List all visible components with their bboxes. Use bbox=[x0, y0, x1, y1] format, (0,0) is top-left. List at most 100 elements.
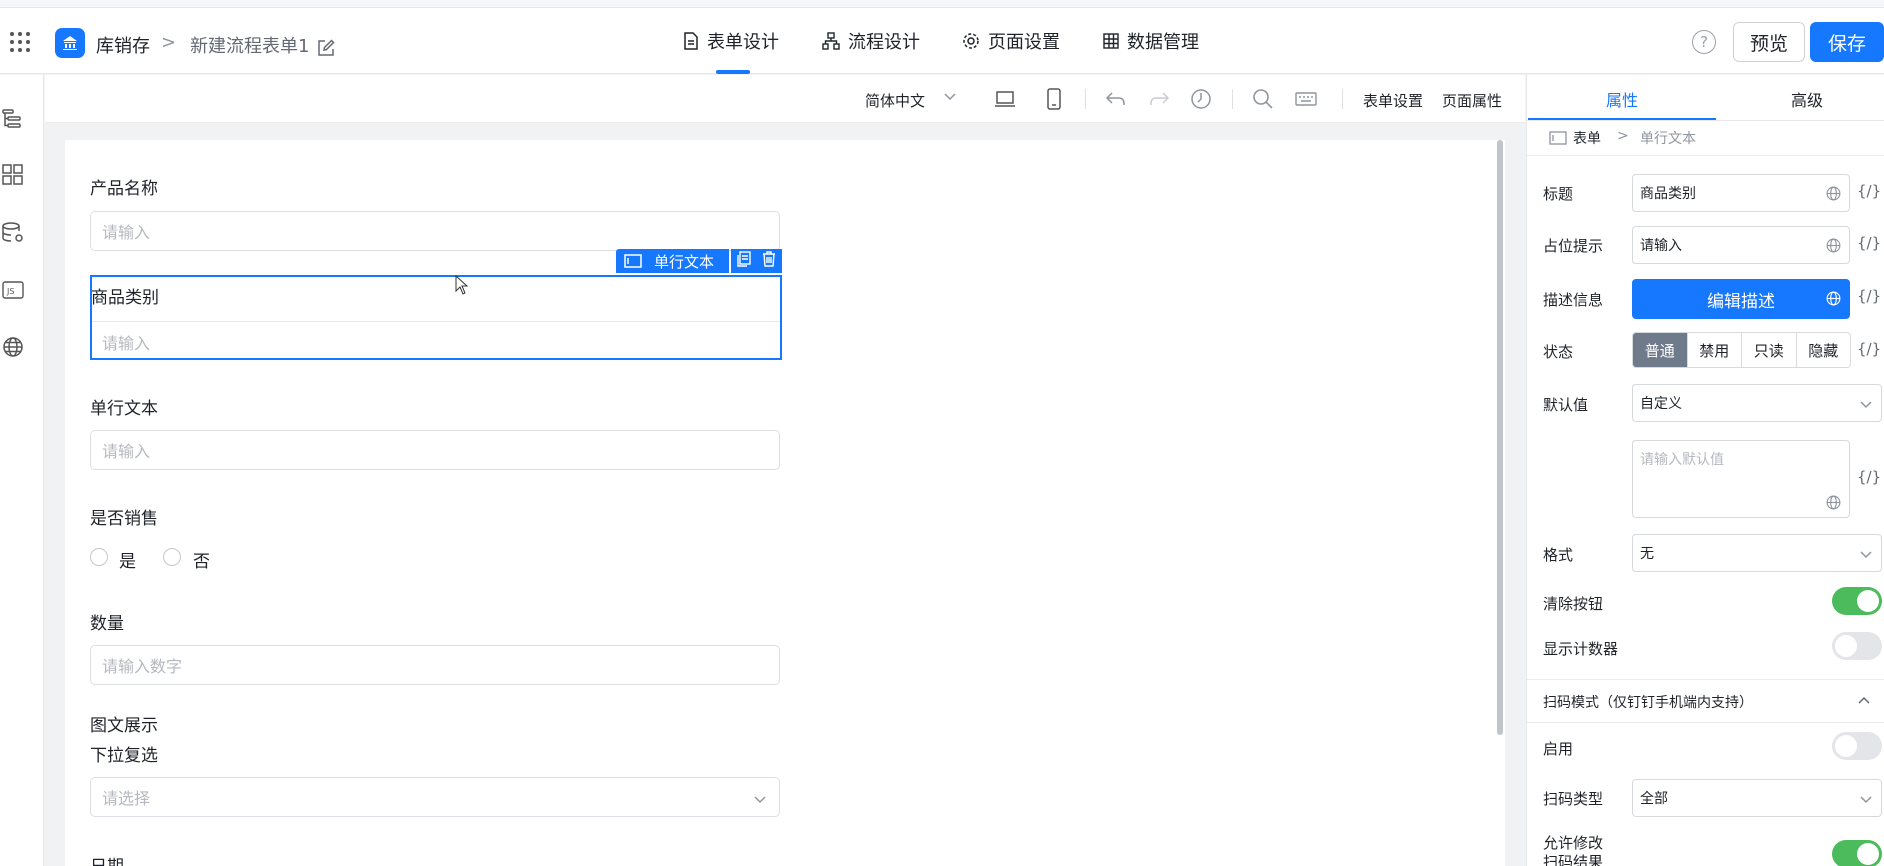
allow-edit-toggle[interactable] bbox=[1832, 840, 1882, 866]
multi-select-placeholder: 请选择 bbox=[102, 789, 151, 808]
enable-label: 启用 bbox=[1543, 740, 1574, 758]
status-option-readonly[interactable]: 只读 bbox=[1741, 333, 1796, 367]
format-label: 格式 bbox=[1543, 546, 1574, 564]
scan-type-value: 全部 bbox=[1640, 791, 1668, 807]
chevron-down-icon bbox=[1859, 397, 1873, 411]
product-name-input[interactable]: 请输入 bbox=[90, 211, 780, 251]
toolbar-divider bbox=[1232, 89, 1233, 109]
panel-crumb-current: 单行文本 bbox=[1640, 131, 1696, 147]
tab-label: 数据管理 bbox=[1127, 32, 1199, 53]
globe-icon[interactable] bbox=[1825, 494, 1842, 511]
properties-panel: 属性 高级 表单 > 单行文本 标题 商品类别 {/} 占位提示 请输入 {/}… bbox=[1526, 75, 1884, 866]
expression-icon[interactable]: {/} bbox=[1857, 287, 1881, 305]
tab-data-management[interactable]: 数据管理 bbox=[1103, 8, 1199, 74]
expression-icon[interactable]: {/} bbox=[1857, 340, 1881, 358]
chevron-down-icon bbox=[1859, 792, 1873, 806]
clear-button-toggle[interactable] bbox=[1832, 587, 1882, 615]
field-label-multi-select: 下拉复选 bbox=[90, 746, 158, 766]
globe-icon[interactable] bbox=[1825, 237, 1842, 254]
counter-toggle[interactable] bbox=[1832, 632, 1882, 660]
default-value-textarea[interactable]: 请输入默认值 bbox=[1632, 440, 1850, 518]
globe-icon[interactable] bbox=[1, 335, 25, 359]
toolbar-divider bbox=[1342, 89, 1343, 109]
globe-icon[interactable] bbox=[1825, 185, 1842, 202]
expression-icon[interactable]: {/} bbox=[1857, 468, 1881, 486]
language-select[interactable]: 简体中文 bbox=[865, 90, 925, 111]
js-code-icon[interactable]: JS bbox=[1, 278, 25, 302]
multi-select-dropdown[interactable]: 请选择 bbox=[90, 777, 780, 817]
form-settings-link[interactable]: 表单设置 bbox=[1363, 90, 1423, 111]
enable-toggle[interactable] bbox=[1832, 732, 1882, 760]
status-option-hidden[interactable]: 隐藏 bbox=[1795, 333, 1851, 367]
page-properties-link[interactable]: 页面属性 bbox=[1442, 90, 1502, 111]
edit-icon[interactable] bbox=[317, 39, 335, 57]
quantity-input[interactable]: 请输入数字 bbox=[90, 645, 780, 685]
tab-page-settings[interactable]: 页面设置 bbox=[962, 8, 1060, 74]
keyboard-icon[interactable] bbox=[1294, 87, 1318, 111]
help-icon[interactable]: ? bbox=[1692, 30, 1716, 54]
globe-icon[interactable] bbox=[1825, 290, 1842, 307]
radio-yes[interactable] bbox=[90, 548, 108, 566]
data-source-icon[interactable] bbox=[1, 221, 25, 245]
title-input[interactable]: 商品类别 bbox=[1632, 174, 1850, 212]
field-divider bbox=[92, 321, 780, 322]
mobile-view-icon[interactable] bbox=[1042, 87, 1066, 111]
scan-mode-title: 扫码模式（仅钉钉手机端内支持） bbox=[1543, 695, 1753, 711]
search-icon[interactable] bbox=[1251, 87, 1275, 111]
tab-label: 表单设计 bbox=[707, 32, 779, 53]
save-button[interactable]: 保存 bbox=[1810, 22, 1884, 62]
copy-icon[interactable] bbox=[736, 251, 752, 271]
tab-label: 流程设计 bbox=[848, 32, 920, 53]
chevron-down-icon[interactable] bbox=[942, 88, 958, 104]
field-label-product-name: 产品名称 bbox=[90, 179, 158, 199]
app-header: 库销存 > 新建流程表单1 表单设计 流程设计 页面设置 数据管理 ? 预览 保… bbox=[0, 8, 1884, 74]
text-field-icon bbox=[624, 254, 642, 268]
chevron-down-icon bbox=[753, 791, 767, 805]
tab-properties[interactable]: 属性 bbox=[1606, 87, 1638, 111]
product-category-input[interactable]: 请输入 bbox=[102, 330, 150, 354]
undo-icon[interactable] bbox=[1104, 87, 1128, 111]
tab-form-design[interactable]: 表单设计 bbox=[683, 8, 779, 74]
form-name[interactable]: 新建流程表单1 bbox=[190, 32, 309, 58]
default-value-select[interactable]: 自定义 bbox=[1632, 384, 1882, 422]
delete-icon[interactable] bbox=[761, 251, 777, 271]
expression-icon[interactable]: {/} bbox=[1857, 182, 1881, 200]
flow-icon bbox=[822, 32, 840, 50]
chevron-up-icon[interactable] bbox=[1857, 694, 1871, 708]
selected-component-tag[interactable]: 单行文本 bbox=[616, 249, 729, 273]
format-select[interactable]: 无 bbox=[1632, 534, 1882, 572]
tab-advanced[interactable]: 高级 bbox=[1791, 87, 1823, 111]
format-value: 无 bbox=[1640, 546, 1654, 562]
redo-icon[interactable] bbox=[1147, 87, 1171, 111]
placeholder-input[interactable]: 请输入 bbox=[1632, 226, 1850, 264]
expression-icon[interactable]: {/} bbox=[1857, 234, 1881, 252]
crumb-divider bbox=[1527, 155, 1884, 156]
outline-tree-icon[interactable] bbox=[1, 107, 25, 131]
form-icon bbox=[1549, 130, 1567, 146]
allow-edit-label: 允许修改扫码结果 bbox=[1543, 834, 1604, 866]
status-segmented: 普通 禁用 只读 隐藏 bbox=[1632, 332, 1851, 368]
app-name[interactable]: 库销存 bbox=[96, 32, 150, 58]
active-tab-indicator bbox=[716, 70, 750, 74]
status-label: 状态 bbox=[1543, 343, 1574, 361]
default-value-type: 自定义 bbox=[1640, 396, 1682, 412]
status-option-disabled[interactable]: 禁用 bbox=[1686, 333, 1742, 367]
edit-description-button[interactable]: 编辑描述 bbox=[1632, 279, 1850, 319]
desktop-view-icon[interactable] bbox=[993, 87, 1017, 111]
radio-no[interactable] bbox=[163, 548, 181, 566]
canvas-scrollbar[interactable] bbox=[1497, 140, 1503, 735]
selected-field-product-category[interactable]: 商品类别 请输入 bbox=[90, 275, 782, 360]
scan-mode-section[interactable]: 扫码模式（仅钉钉手机端内支持） bbox=[1527, 679, 1884, 723]
tab-divider bbox=[1527, 120, 1884, 121]
components-icon[interactable] bbox=[1, 163, 25, 187]
panel-crumb-form[interactable]: 表单 bbox=[1573, 128, 1601, 148]
app-grid-icon[interactable] bbox=[10, 32, 32, 54]
selected-actions bbox=[731, 249, 782, 273]
tab-flow-design[interactable]: 流程设计 bbox=[822, 8, 920, 74]
single-line-text-input[interactable]: 请输入 bbox=[90, 430, 780, 470]
history-icon[interactable] bbox=[1189, 87, 1213, 111]
preview-button[interactable]: 预览 bbox=[1733, 22, 1805, 62]
mouse-cursor-icon bbox=[455, 274, 469, 295]
status-option-normal[interactable]: 普通 bbox=[1633, 333, 1687, 367]
scan-type-select[interactable]: 全部 bbox=[1632, 779, 1882, 817]
